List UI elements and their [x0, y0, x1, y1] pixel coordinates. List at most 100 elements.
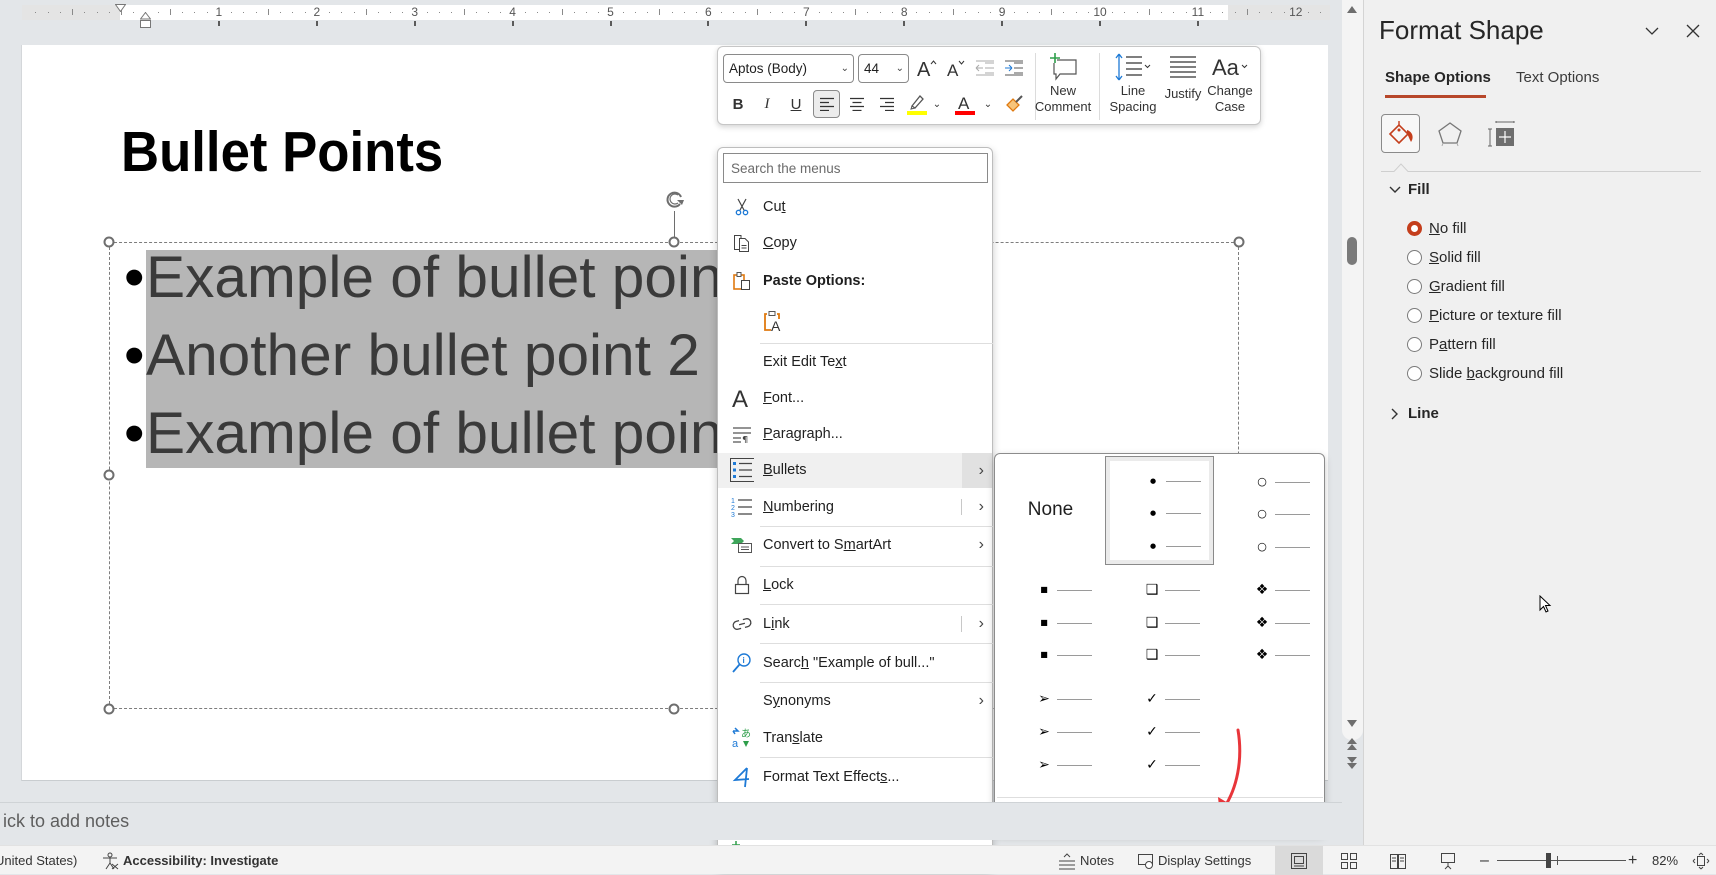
menu-item-paste-keep-text-only[interactable]: A — [718, 304, 992, 338]
search-menus-input[interactable] — [723, 153, 988, 183]
language-indicator[interactable]: United States) — [0, 846, 77, 875]
tab-shape-options[interactable]: Shape Options — [1385, 68, 1491, 88]
bullet-line[interactable]: •Another bullet point 2 — [124, 317, 700, 395]
fill-section-chevron-down-icon[interactable] — [1389, 184, 1401, 196]
menu-item-lock[interactable]: Lock — [718, 568, 992, 602]
resize-handle-bottom[interactable] — [668, 703, 680, 715]
chevron-down-icon[interactable]: ⌄ — [841, 55, 849, 82]
submenu-arrow-area[interactable] — [962, 453, 992, 488]
zoom-in-button[interactable]: + — [1628, 846, 1637, 875]
resize-handle-top-left[interactable] — [103, 236, 115, 248]
reading-view-icon[interactable] — [1389, 852, 1407, 870]
menu-item-cut[interactable]: Cut — [718, 190, 992, 224]
scroll-down-arrow-icon[interactable] — [1346, 718, 1358, 728]
menu-item-synonyms[interactable]: Synonyms › — [718, 684, 992, 718]
resize-handle-bottom-left[interactable] — [103, 703, 115, 715]
radio-gradient-fill[interactable] — [1407, 279, 1422, 294]
radio-pattern-fill[interactable] — [1407, 337, 1422, 352]
zoom-slider-thumb[interactable] — [1546, 853, 1552, 868]
scroll-up-arrow-icon[interactable] — [1346, 4, 1358, 14]
bold-button[interactable]: B — [727, 90, 749, 118]
scrollbar-thumb[interactable] — [1347, 237, 1357, 265]
first-line-indent-marker[interactable] — [115, 4, 126, 12]
notes-pane[interactable]: ick to add notes — [0, 802, 1342, 840]
align-left-button[interactable] — [813, 90, 840, 118]
menu-item-paragraph[interactable]: ¶ Paragraph... — [718, 417, 992, 451]
bullet-line[interactable]: •Example of bullet poin — [124, 239, 723, 317]
hanging-indent-marker[interactable] — [140, 12, 151, 29]
slide-title[interactable]: Bullet Points — [121, 124, 443, 181]
radio-label[interactable]: Slide background fill — [1429, 364, 1563, 384]
menu-item-format-text-effects[interactable]: Format Text Effects... — [718, 760, 992, 794]
decrease-indent-button[interactable] — [972, 54, 998, 82]
bullet-option-checkmark[interactable]: ✓ ✓ ✓ — [1105, 674, 1214, 783]
radio-label[interactable]: Pattern fill — [1429, 335, 1496, 355]
justify-button[interactable]: Justify — [1162, 51, 1204, 102]
effects-button[interactable] — [1430, 114, 1469, 153]
next-slide-icon[interactable] — [1346, 756, 1358, 770]
line-section-header[interactable]: Line — [1408, 404, 1439, 424]
previous-slide-icon[interactable] — [1346, 737, 1358, 751]
slide-sorter-view-icon[interactable] — [1340, 852, 1358, 870]
bullet-option-star-diamonds[interactable]: ❖ ❖ ❖ — [1215, 565, 1324, 674]
display-settings-button[interactable]: Display Settings — [1158, 846, 1251, 875]
pane-options-chevron-down-icon[interactable] — [1644, 23, 1660, 39]
menu-item-convert-to-smartart[interactable]: Convert to SmartArt › — [718, 528, 992, 562]
horizontal-ruler[interactable]: 1 2 3 4 5 6 7 8 9 10 11 12 — [22, 5, 1330, 20]
fill-and-line-button[interactable] — [1381, 114, 1420, 153]
close-icon[interactable] — [1685, 23, 1701, 39]
increase-font-size-button[interactable]: A — [914, 54, 940, 82]
bullet-text[interactable]: Example of bullet poin — [146, 401, 723, 466]
bullet-option-filled-round[interactable]: ● ● ● — [1105, 456, 1214, 565]
radio-no-fill[interactable] — [1407, 221, 1422, 236]
underline-button[interactable]: U — [785, 90, 807, 118]
zoom-out-button[interactable]: – — [1480, 846, 1489, 875]
radio-label[interactable]: No fill — [1429, 219, 1467, 239]
font-name-combo[interactable]: Aptos (Body) ⌄ — [723, 54, 854, 83]
rotation-handle-icon[interactable] — [663, 188, 687, 212]
notes-toggle-button[interactable]: Notes — [1080, 846, 1114, 875]
slide-show-icon[interactable] — [1439, 852, 1457, 870]
zoom-slider-track[interactable] — [1497, 860, 1626, 861]
chevron-down-icon[interactable]: ⌄ — [896, 55, 904, 82]
highlight-color-button[interactable] — [906, 90, 928, 118]
menu-item-smart-lookup[interactable]: i Search "Example of bull..." — [718, 646, 992, 680]
align-right-button[interactable] — [875, 90, 899, 118]
line-section-chevron-right-icon[interactable] — [1389, 408, 1401, 420]
bullet-option-filled-square[interactable]: ■ ■ ■ — [997, 565, 1106, 674]
resize-handle-top[interactable] — [668, 236, 680, 248]
line-spacing-button[interactable]: Line Spacing — [1107, 51, 1159, 115]
highlight-color-dropdown[interactable]: ⌄ — [931, 90, 943, 118]
format-painter-button[interactable] — [1003, 90, 1025, 118]
radio-solid-fill[interactable] — [1407, 250, 1422, 265]
font-size-combo[interactable]: 44 ⌄ — [858, 54, 909, 83]
font-color-button[interactable]: A — [954, 90, 976, 118]
normal-view-button[interactable] — [1275, 846, 1323, 875]
fill-section-header[interactable]: Fill — [1408, 180, 1430, 200]
menu-item-copy[interactable]: Copy — [718, 226, 992, 260]
new-comment-button[interactable]: New Comment — [1035, 51, 1091, 115]
paste-keep-text-only-icon[interactable]: A — [762, 309, 786, 333]
radio-slide-background-fill[interactable] — [1407, 366, 1422, 381]
menu-item-font[interactable]: A Font... — [718, 381, 992, 415]
vertical-scrollbar[interactable] — [1342, 0, 1363, 740]
notes-placeholder[interactable]: ick to add notes — [3, 803, 129, 840]
radio-label[interactable]: Solid fill — [1429, 248, 1481, 268]
menu-item-bullets[interactable]: Bullets › — [718, 453, 992, 488]
fit-slide-to-window-icon[interactable] — [1692, 852, 1710, 870]
bullet-option-hollow-round[interactable]: ○ ○ ○ — [1215, 456, 1324, 565]
bullet-line[interactable]: •Example of bullet poin — [124, 395, 723, 473]
decrease-font-size-button[interactable]: A — [943, 54, 969, 82]
italic-button[interactable]: I — [756, 90, 778, 118]
change-case-button[interactable]: Aa Change Case — [1206, 51, 1254, 115]
radio-label[interactable]: Picture or texture fill — [1429, 306, 1562, 326]
menu-item-link[interactable]: Link › — [718, 607, 992, 641]
size-and-properties-button[interactable] — [1481, 114, 1520, 153]
tab-text-options[interactable]: Text Options — [1516, 68, 1599, 88]
align-center-button[interactable] — [845, 90, 869, 118]
bullet-text[interactable]: Example of bullet poin — [146, 245, 723, 310]
accessibility-status-button[interactable]: Accessibility: Investigate — [123, 846, 278, 875]
resize-handle-left[interactable] — [103, 469, 115, 481]
radio-picture-or-texture-fill[interactable] — [1407, 308, 1422, 323]
bullet-option-arrow[interactable]: ➢ ➢ ➢ — [997, 674, 1106, 783]
